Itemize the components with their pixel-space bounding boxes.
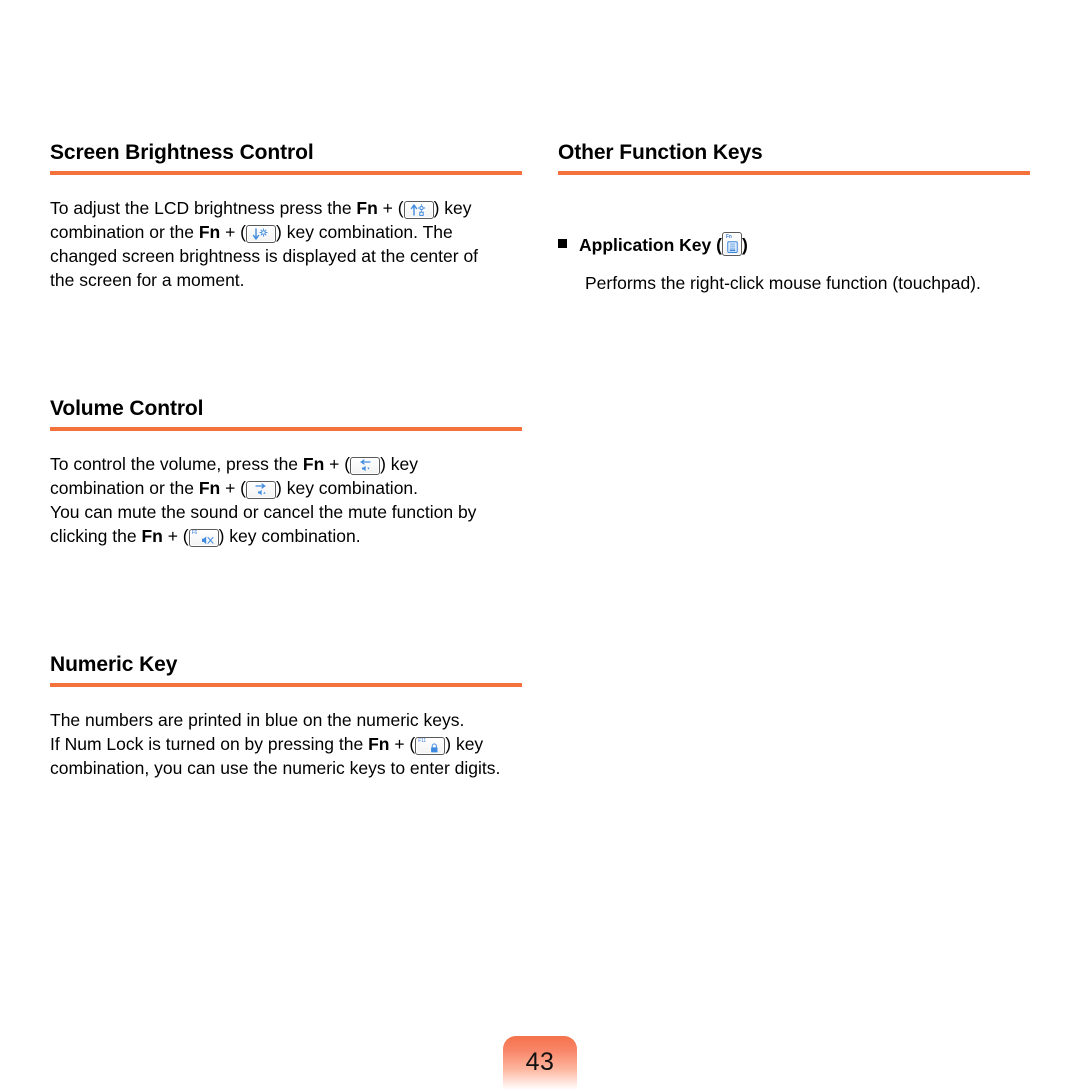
body-text-run: + ( [220, 222, 247, 242]
keycap-function-label: Fn [725, 234, 732, 240]
page-number-badge: 43 [503, 1036, 577, 1090]
volume-down-glyph [360, 459, 371, 472]
keycap-face: F11 [416, 738, 444, 754]
section-screen-brightness-control: Screen Brightness Control To adjust the … [50, 140, 522, 292]
body-text-run: The numbers are printed in blue on the n… [50, 710, 465, 730]
brightness-up-glyph [410, 204, 425, 216]
keycap-face [247, 226, 275, 242]
brightness-down-glyph [252, 228, 268, 240]
body-text-run: combination, you can use the numeric key… [50, 758, 501, 778]
volume-up-key-icon [246, 481, 277, 499]
keycap-face [351, 458, 379, 474]
right-column: Other Function Keys Application Key ( Fn… [558, 140, 1030, 295]
keycap-function-label: F6 [191, 530, 198, 536]
body-text-run: combination or the [50, 222, 199, 242]
brightness-up-key-icon [403, 201, 434, 219]
body-text-run: changed screen brightness is displayed a… [50, 246, 479, 266]
fn-key-label: Fn [198, 478, 221, 498]
body-text-run: ) key [433, 198, 472, 218]
body-text-run: ) key combination. [276, 478, 419, 498]
body-text-run: + ( [377, 198, 404, 218]
body-text-run: ) key [380, 454, 419, 474]
left-column: Screen Brightness Control To adjust the … [50, 140, 522, 780]
section-underline [50, 683, 522, 687]
section-body: To control the volume, press the Fn + ( … [50, 452, 522, 548]
keycap-face: Fn [723, 233, 741, 255]
section-title: Numeric Key [50, 653, 178, 676]
document-page: Screen Brightness Control To adjust the … [0, 0, 1080, 1090]
section-body: To adjust the LCD brightness press the F… [50, 196, 522, 292]
volume-up-glyph [255, 483, 266, 496]
keycap-face: F6 [190, 530, 218, 546]
bullet-square-icon [558, 239, 567, 248]
body-text-run: the screen for a moment. [50, 270, 245, 290]
section-title: Other Function Keys [558, 141, 763, 164]
fn-key-label: Fn [141, 526, 163, 546]
section-underline [558, 171, 1030, 175]
list-item-label: Application Key ( Fn ) [579, 232, 748, 257]
section-other-function-keys: Other Function Keys Application Key ( Fn… [558, 140, 1030, 295]
body-text-run: ) key [445, 734, 484, 754]
section-body: The numbers are printed in blue on the n… [50, 708, 522, 780]
section-title: Volume Control [50, 397, 204, 420]
list-item-title: Application Key [579, 235, 712, 255]
application-key-icon: Fn [721, 232, 742, 256]
mute-key-icon: F6 [188, 529, 219, 547]
body-text-run: To adjust the LCD brightness press the [50, 198, 357, 218]
fn-key-label: Fn [368, 734, 390, 754]
body-text-run: ) key combination. The [276, 222, 453, 242]
section-volume-control: Volume Control To control the volume, pr… [50, 396, 522, 548]
body-text-run: To control the volume, press the [50, 454, 303, 474]
brightness-down-key-icon [246, 225, 277, 243]
fn-key-label: Fn [302, 454, 325, 474]
body-text-run: clicking the [50, 526, 142, 546]
section-underline [50, 427, 522, 431]
keycap-face [247, 482, 275, 498]
mute-speaker-glyph [201, 536, 214, 545]
section-underline [50, 171, 522, 175]
body-text-run: If Num Lock is turned on by pressing the [50, 734, 369, 754]
list-item: Application Key ( Fn ) [558, 232, 1030, 257]
paren-close: ) [741, 235, 748, 255]
body-text-run: + ( [389, 734, 416, 754]
list-item-description: Performs the right-click mouse function … [585, 273, 981, 293]
volume-down-key-icon [350, 457, 381, 475]
body-text-run: + ( [324, 454, 351, 474]
body-text-run: + ( [220, 478, 247, 498]
body-text-run: ) key combination. [218, 526, 361, 546]
section-numeric-key: Numeric Key The numbers are printed in b… [50, 652, 522, 780]
keycap-face [405, 202, 433, 218]
page-number: 43 [525, 1048, 555, 1076]
section-title: Screen Brightness Control [50, 141, 314, 164]
fn-key-label: Fn [198, 222, 221, 242]
lock-glyph [431, 743, 438, 753]
body-text-run: You can mute the sound or cancel the mut… [50, 502, 477, 522]
application-menu-glyph [727, 241, 739, 253]
body-text-run: combination or the [50, 478, 199, 498]
body-text-run: + ( [162, 526, 189, 546]
num-lock-key-icon: F11 [415, 737, 446, 755]
fn-key-label: Fn [356, 198, 378, 218]
keycap-function-label: F11 [418, 738, 426, 744]
